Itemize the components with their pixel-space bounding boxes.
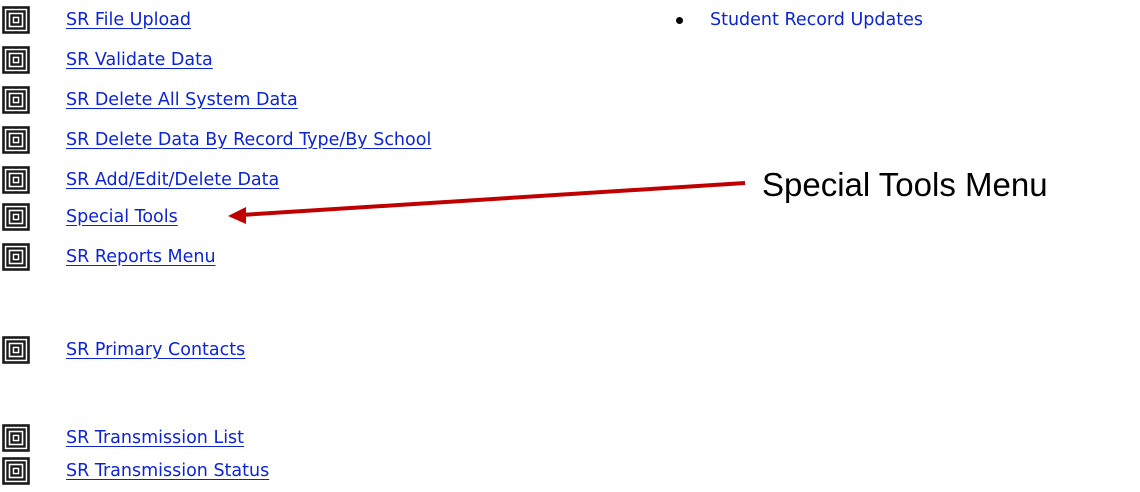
callout-label: Special Tools Menu <box>762 166 1048 203</box>
callout-arrow <box>228 181 746 224</box>
